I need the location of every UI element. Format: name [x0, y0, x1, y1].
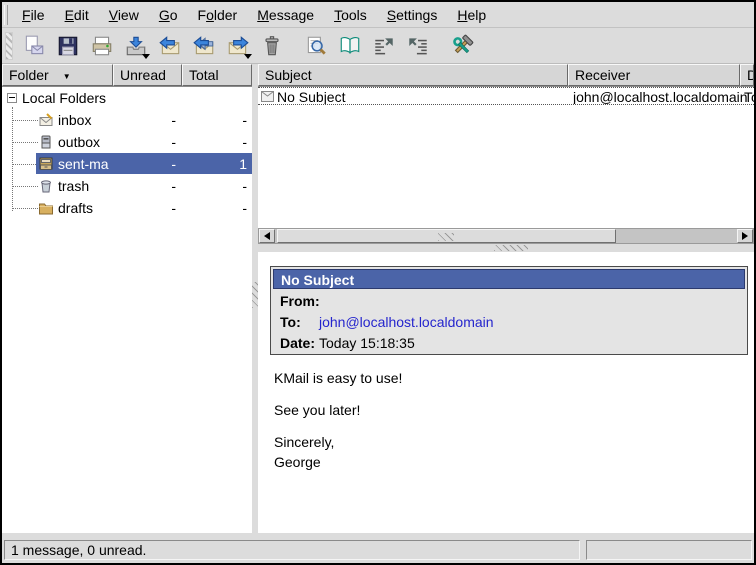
- collapse-expander-icon[interactable]: [7, 93, 17, 103]
- new-message-icon: [22, 34, 46, 58]
- scroll-right-button[interactable]: [737, 229, 753, 243]
- subject-column-header[interactable]: Subject: [258, 64, 568, 86]
- menu-go[interactable]: Go: [149, 4, 188, 26]
- tree-connector-line: [12, 208, 38, 209]
- receiver-column-header[interactable]: Receiver: [568, 64, 740, 86]
- message-row[interactable]: No Subject john@localhost.localdomain To…: [258, 87, 754, 105]
- menu-edit[interactable]: Edit: [55, 4, 99, 26]
- reply-mailing-list-button[interactable]: [369, 31, 399, 61]
- menu-bar: File Edit View Go Folder Message Tools S…: [2, 2, 754, 28]
- tree-connector-line: [12, 186, 38, 187]
- drafts-icon: [38, 200, 54, 216]
- header-field-date: Date: Today 15:18:35: [271, 333, 747, 354]
- status-section-right: [586, 540, 752, 560]
- save-icon: [56, 34, 80, 58]
- message-title-bar: No Subject: [273, 269, 745, 289]
- menu-folder[interactable]: Folder: [188, 4, 248, 26]
- trash-icon: [260, 34, 284, 58]
- folder-root-label[interactable]: Local Folders: [22, 90, 106, 106]
- message-receiver: john@localhost.localdomain: [573, 89, 748, 105]
- toolbar-drag-handle[interactable]: [5, 32, 13, 60]
- message-status-icon: [261, 91, 274, 102]
- redirect-message-button[interactable]: [403, 31, 433, 61]
- new-message-button[interactable]: [19, 31, 49, 61]
- folder-column-header[interactable]: Folder▼: [2, 64, 113, 86]
- menu-settings[interactable]: Settings: [377, 4, 448, 26]
- address-book-button[interactable]: [335, 31, 365, 61]
- tree-row-outbox[interactable]: outbox - -: [2, 131, 252, 153]
- total-column-header[interactable]: Total: [182, 64, 252, 86]
- tree-connector-line: [12, 164, 38, 165]
- header-field-to: To: john@localhost.localdomain: [271, 312, 747, 333]
- address-book-icon: [338, 34, 362, 58]
- menu-message[interactable]: Message: [247, 4, 324, 26]
- find-messages-button[interactable]: [301, 31, 331, 61]
- outbox-icon: [38, 134, 54, 150]
- scrollbar-grip: [438, 233, 454, 241]
- message-header-box: No Subject From: To: john@localhost.loca…: [270, 266, 748, 355]
- reading-pane: No Subject From: To: john@localhost.loca…: [258, 252, 754, 533]
- unread-column-header[interactable]: Unread: [113, 64, 182, 86]
- tree-row-drafts[interactable]: drafts - -: [2, 197, 252, 219]
- tree-row-sent-ma[interactable]: sent-ma - 1: [2, 153, 252, 175]
- kmail-window: File Edit View Go Folder Message Tools S…: [0, 0, 756, 565]
- tree-row-inbox[interactable]: inbox - -: [2, 109, 252, 131]
- horizontal-splitter[interactable]: [258, 244, 754, 252]
- print-button[interactable]: [87, 31, 117, 61]
- message-date: Today 15:18:35: [744, 89, 754, 105]
- save-button[interactable]: [53, 31, 83, 61]
- menu-file[interactable]: File: [12, 4, 55, 26]
- tree-row-local-folders[interactable]: Local Folders: [2, 87, 252, 109]
- find-messages-icon: [304, 34, 328, 58]
- scroll-left-button[interactable]: [259, 229, 275, 243]
- print-icon: [90, 34, 114, 58]
- delete-button[interactable]: [257, 31, 287, 61]
- recipient-email-link[interactable]: john@localhost.localdomain: [319, 314, 494, 330]
- check-mail-button[interactable]: [121, 31, 151, 61]
- arrow-right-icon: [742, 232, 748, 240]
- scrollbar-thumb[interactable]: [277, 229, 616, 243]
- message-list-pane: No Subject john@localhost.localdomain To…: [258, 86, 754, 228]
- tree-row-trash[interactable]: trash - -: [2, 175, 252, 197]
- inbox-icon: [38, 112, 54, 128]
- main-toolbar: [2, 29, 754, 64]
- date-column-header[interactable]: Date: [740, 64, 754, 86]
- header-field-from: From:: [271, 291, 747, 312]
- reply-all-icon: [192, 34, 216, 58]
- reply-icon: [158, 34, 182, 58]
- folder-tree-pane: Local Folders inbox - - outbox - -: [2, 86, 252, 533]
- arrow-left-icon: [264, 232, 270, 240]
- tree-connector-line: [12, 142, 38, 143]
- splitter-grip: [494, 245, 528, 251]
- status-message: 1 message, 0 unread.: [4, 540, 580, 560]
- status-bar: 1 message, 0 unread.: [2, 537, 754, 563]
- forward-button[interactable]: [223, 31, 253, 61]
- reply-mailing-list-icon: [372, 34, 396, 58]
- menu-help[interactable]: Help: [447, 4, 496, 26]
- redirect-message-icon: [406, 34, 430, 58]
- dropdown-caret-icon: [244, 54, 252, 59]
- menu-view[interactable]: View: [99, 4, 149, 26]
- sent-mail-icon: [38, 156, 54, 172]
- message-body: KMail is easy to use! See you later! Sin…: [274, 368, 744, 472]
- configure-icon: [450, 34, 474, 58]
- configure-button[interactable]: [447, 31, 477, 61]
- sort-descending-icon: ▼: [63, 72, 71, 81]
- trash-icon: [38, 178, 54, 194]
- reply-all-button[interactable]: [189, 31, 219, 61]
- reply-button[interactable]: [155, 31, 185, 61]
- dropdown-caret-icon: [142, 54, 150, 59]
- message-list-hscrollbar[interactable]: [258, 228, 754, 244]
- tree-connector-line: [12, 120, 38, 121]
- menubar-drag-handle[interactable]: [4, 5, 8, 25]
- menu-tools[interactable]: Tools: [324, 4, 377, 26]
- message-subject: No Subject: [277, 89, 345, 105]
